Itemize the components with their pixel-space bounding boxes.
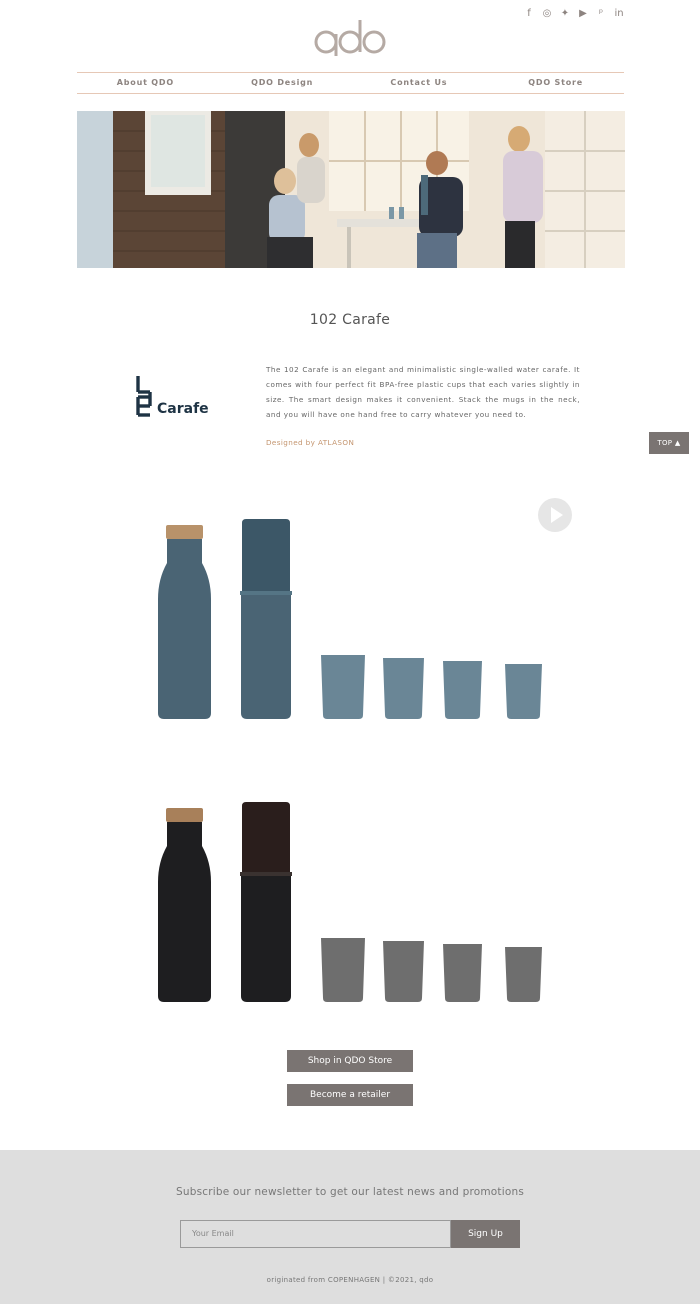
sign-up-button[interactable]: Sign Up (451, 1220, 520, 1248)
designer-link[interactable]: Designed by ATLASON (266, 438, 354, 447)
product-title: 102 Carafe (309, 312, 391, 328)
chevron-up-icon: ▲ (674, 439, 681, 447)
youtube-icon[interactable]: ▶ (578, 8, 588, 20)
nav-contact[interactable]: Contact Us (351, 73, 488, 93)
footer: Subscribe our newsletter to get our late… (0, 1150, 700, 1304)
twitter-icon[interactable]: ✦ (560, 8, 570, 20)
top-label: TOP (657, 439, 673, 447)
carafe-logo-text: Carafe (157, 401, 209, 417)
main-nav: About QDO QDO Design Contact Us QDO Stor… (77, 72, 624, 94)
facebook-icon[interactable]: f (524, 8, 534, 20)
social-links: f ◎ ✦ ▶ ᵖ in (524, 8, 624, 20)
email-field[interactable]: Your Email (180, 1220, 451, 1248)
hero-image (77, 111, 625, 268)
product-description: The 102 Carafe is an elegant and minimal… (266, 365, 580, 419)
nav-design[interactable]: QDO Design (214, 73, 351, 93)
pinterest-icon[interactable]: ᵖ (596, 8, 606, 20)
nav-store[interactable]: QDO Store (487, 73, 624, 93)
shop-button[interactable]: Shop in QDO Store (287, 1050, 413, 1072)
instagram-icon[interactable]: ◎ (542, 8, 552, 20)
nav-about[interactable]: About QDO (77, 73, 214, 93)
carafe-logo: Carafe (136, 376, 209, 417)
product-image-blue (158, 519, 542, 719)
newsletter-text: Subscribe our newsletter to get our late… (175, 1186, 524, 1198)
linkedin-icon[interactable]: in (614, 8, 624, 20)
copyright-text: originated from COPENHAGEN | ©2021, qdo (266, 1276, 434, 1284)
back-to-top-button[interactable]: TOP ▲ (649, 432, 689, 454)
qdo-logo[interactable] (314, 18, 386, 56)
retailer-button[interactable]: Become a retailer (287, 1084, 413, 1106)
product-image-black (158, 802, 542, 1002)
